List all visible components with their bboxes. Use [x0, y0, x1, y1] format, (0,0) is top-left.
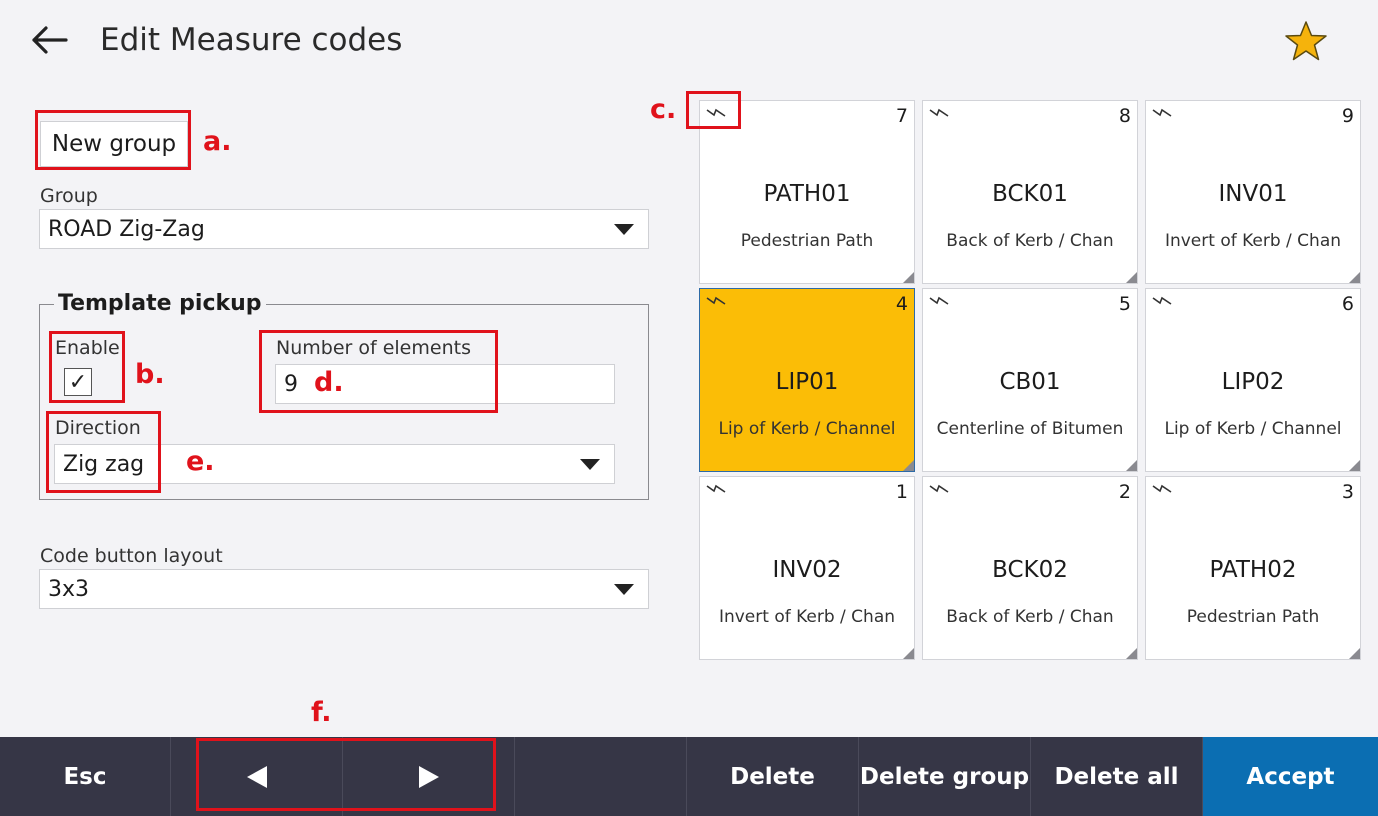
- tile-number: 2: [1118, 481, 1131, 503]
- tile-code: PATH01: [763, 181, 851, 207]
- esc-button[interactable]: Esc: [0, 737, 171, 816]
- zigzag-icon: [1152, 108, 1172, 117]
- annotation-box-d: [259, 330, 498, 413]
- tile-code: INV02: [772, 557, 842, 583]
- tile-description: Back of Kerb / Chan: [946, 607, 1114, 627]
- group-select[interactable]: ROAD Zig-Zag: [39, 209, 649, 249]
- code-button-layout-label: Code button layout: [40, 545, 223, 567]
- favorite-star-icon[interactable]: [1284, 20, 1328, 62]
- corner-marker-icon: [1349, 460, 1360, 471]
- zigzag-icon: [706, 484, 726, 493]
- code-button-layout-value: 3x3: [48, 576, 90, 602]
- annotation-label-c: c.: [650, 94, 677, 125]
- code-tile[interactable]: 3 PATH02 Pedestrian Path: [1145, 476, 1361, 660]
- tile-description: Lip of Kerb / Channel: [718, 419, 896, 439]
- code-tile[interactable]: 5 CB01 Centerline of Bitumen: [922, 288, 1138, 472]
- corner-marker-icon: [1349, 272, 1360, 283]
- tile-code: INV01: [1218, 181, 1288, 207]
- delete-all-button[interactable]: Delete all: [1031, 737, 1203, 816]
- tile-number: 6: [1341, 293, 1354, 315]
- tile-number: 9: [1341, 105, 1354, 127]
- tile-description: Back of Kerb / Chan: [946, 231, 1114, 251]
- corner-marker-icon: [903, 460, 914, 471]
- annotation-box-c: [686, 91, 741, 129]
- measure-code-grid: 7 PATH01 Pedestrian Path 8 BCK01 Back of…: [699, 100, 1362, 660]
- tile-description: Pedestrian Path: [740, 231, 874, 251]
- back-arrow-icon[interactable]: [28, 22, 70, 58]
- annotation-box-b: [49, 331, 125, 403]
- tile-description: Pedestrian Path: [1186, 607, 1320, 627]
- dropdown-arrow-icon: [580, 459, 600, 470]
- zigzag-icon: [929, 484, 949, 493]
- code-tile[interactable]: 9 INV01 Invert of Kerb / Chan: [1145, 100, 1361, 284]
- tile-number: 7: [895, 105, 908, 127]
- zigzag-icon: [1152, 296, 1172, 305]
- tile-description: Lip of Kerb / Channel: [1164, 419, 1342, 439]
- template-pickup-legend: Template pickup: [54, 291, 266, 316]
- dropdown-arrow-icon: [614, 584, 634, 595]
- corner-marker-icon: [1349, 648, 1360, 659]
- accept-button[interactable]: Accept: [1203, 737, 1378, 816]
- zigzag-icon: [1152, 484, 1172, 493]
- code-tile[interactable]: 6 LIP02 Lip of Kerb / Channel: [1145, 288, 1361, 472]
- empty-slot: [515, 737, 687, 816]
- tile-code: BCK01: [992, 181, 1068, 207]
- tile-code: CB01: [999, 369, 1061, 395]
- code-tile[interactable]: 2 BCK02 Back of Kerb / Chan: [922, 476, 1138, 660]
- tile-number: 1: [895, 481, 908, 503]
- tile-number: 5: [1118, 293, 1131, 315]
- annotation-box-a: [35, 110, 191, 170]
- tile-description: Centerline of Bitumen: [936, 419, 1124, 439]
- corner-marker-icon: [903, 272, 914, 283]
- code-tile[interactable]: 1 INV02 Invert of Kerb / Chan: [699, 476, 915, 660]
- tile-code: BCK02: [992, 557, 1068, 583]
- tile-number: 8: [1118, 105, 1131, 127]
- tile-code: LIP01: [775, 369, 839, 395]
- tile-code: LIP02: [1221, 369, 1285, 395]
- zigzag-icon: [929, 296, 949, 305]
- annotation-label-d: d.: [314, 367, 344, 398]
- annotation-box-e: [46, 411, 161, 493]
- code-tile-selected[interactable]: 4 LIP01 Lip of Kerb / Channel: [699, 288, 915, 472]
- zigzag-icon: [929, 108, 949, 117]
- annotation-label-e: e.: [186, 446, 215, 477]
- delete-button[interactable]: Delete: [687, 737, 859, 816]
- tile-description: Invert of Kerb / Chan: [718, 607, 896, 627]
- code-button-layout-select[interactable]: 3x3: [39, 569, 649, 609]
- dropdown-arrow-icon: [614, 224, 634, 235]
- annotation-label-a: a.: [203, 126, 232, 157]
- delete-group-button[interactable]: Delete group: [859, 737, 1031, 816]
- corner-marker-icon: [1126, 272, 1137, 283]
- zigzag-icon: [706, 296, 726, 305]
- group-select-value: ROAD Zig-Zag: [48, 216, 205, 242]
- tile-number: 3: [1341, 481, 1354, 503]
- corner-marker-icon: [1126, 648, 1137, 659]
- corner-marker-icon: [903, 648, 914, 659]
- corner-marker-icon: [1126, 460, 1137, 471]
- tile-code: PATH02: [1209, 557, 1297, 583]
- tile-number: 4: [895, 293, 908, 315]
- annotation-label-b: b.: [135, 359, 165, 390]
- group-label: Group: [40, 185, 98, 207]
- page-title: Edit Measure codes: [100, 22, 403, 58]
- tile-description: Invert of Kerb / Chan: [1164, 231, 1342, 251]
- annotation-label-f: f.: [311, 697, 332, 728]
- annotation-box-f: [196, 738, 496, 811]
- code-tile[interactable]: 8 BCK01 Back of Kerb / Chan: [922, 100, 1138, 284]
